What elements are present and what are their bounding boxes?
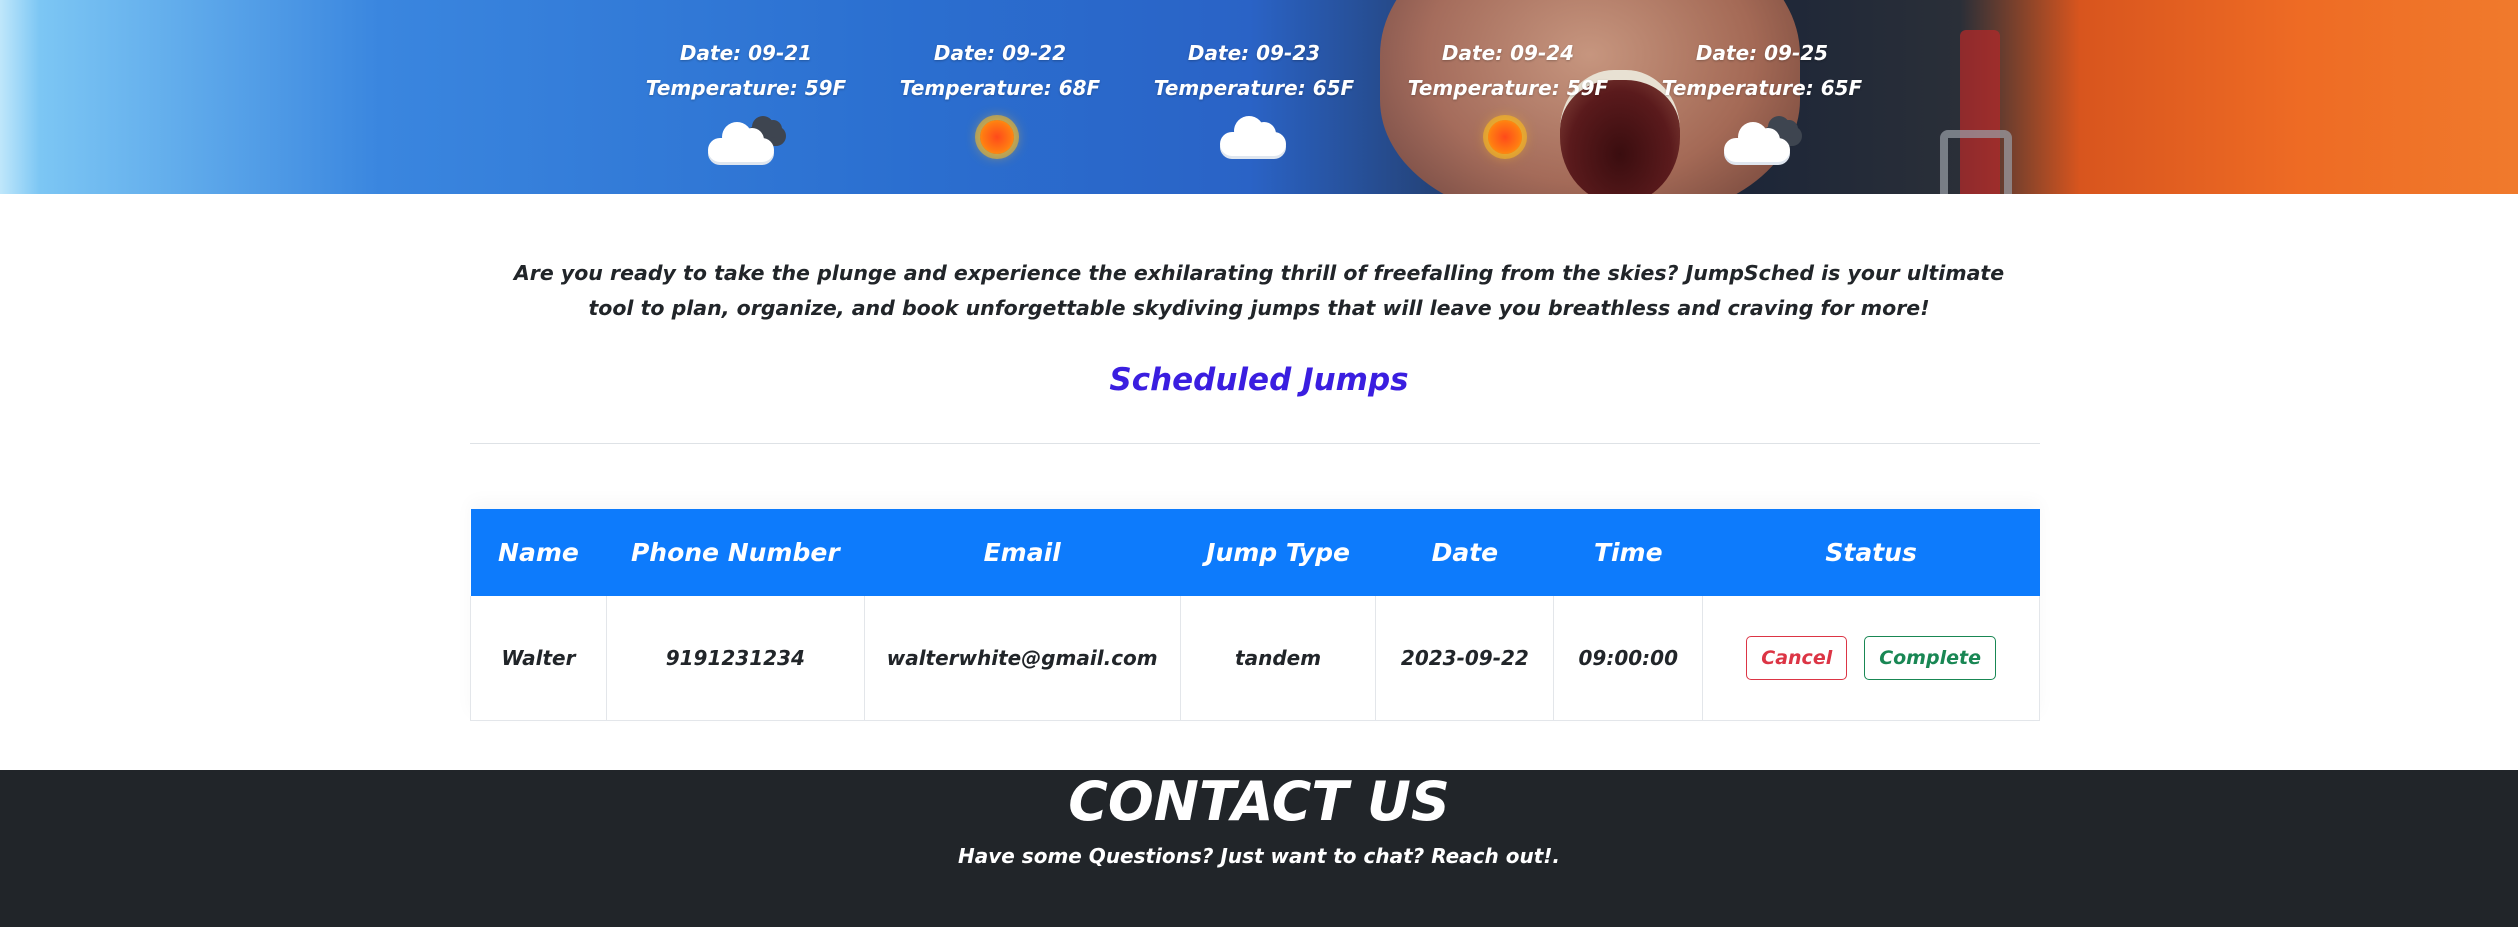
intro-text: Are you ready to take the plunge and exp… <box>513 261 2005 320</box>
forecast-temperature: Temperature: 65F <box>1153 76 1355 100</box>
forecast-temperature: Temperature: 68F <box>899 76 1101 100</box>
column-header-status: Status <box>1825 538 1917 567</box>
complete-button[interactable]: Complete <box>1864 635 1996 680</box>
sun-icon <box>950 116 1050 172</box>
page-title: Scheduled Jumps <box>1109 362 1409 398</box>
column-header-email: Email <box>983 538 1061 567</box>
cell-name: Walter <box>470 596 607 721</box>
contact-title: CONTACT US <box>1068 770 1450 833</box>
forecast-date: Date: 09-25 <box>1695 41 1829 65</box>
column-header-phone: Phone Number <box>630 538 840 567</box>
partly-cloudy-icon <box>1712 116 1812 172</box>
table-row: Walter 9191231234 walterwhite@gmail.com … <box>470 596 2040 721</box>
table-header-row: Name Phone Number Email Jump Type Date T… <box>470 509 2040 596</box>
sun-icon <box>1458 116 1558 172</box>
forecast-day: Date: 09-25 Temperature: 65F <box>1652 36 1872 172</box>
cell-jump-type: tandem <box>1180 596 1377 721</box>
column-header-date: Date <box>1431 538 1499 567</box>
forecast-day: Date: 09-22 Temperature: 68F <box>890 36 1110 172</box>
column-header-jump-type: Jump Type <box>1206 538 1350 567</box>
forecast-date: Date: 09-21 <box>679 41 813 65</box>
forecast-temperature: Temperature: 65F <box>1661 76 1863 100</box>
contact-footer: CONTACT US Have some Questions? Just wan… <box>0 770 2518 927</box>
forecast-day: Date: 09-23 Temperature: 65F <box>1144 36 1364 172</box>
partly-cloudy-icon <box>696 116 796 172</box>
contact-subtitle: Have some Questions? Just want to chat? … <box>958 844 1560 868</box>
forecast-temperature: Temperature: 59F <box>1407 76 1609 100</box>
forecast-date: Date: 09-24 <box>1441 41 1575 65</box>
cell-date: 2023-09-22 <box>1375 596 1555 721</box>
column-header-name: Name <box>498 538 579 567</box>
divider <box>470 443 2040 444</box>
forecast-date: Date: 09-22 <box>933 41 1067 65</box>
forecast-temperature: Temperature: 59F <box>645 76 847 100</box>
jumps-table: Name Phone Number Email Jump Type Date T… <box>470 509 2040 721</box>
forecast-day: Date: 09-24 Temperature: 59F <box>1398 36 1618 172</box>
forecast-date: Date: 09-23 <box>1187 41 1321 65</box>
column-header-time: Time <box>1593 538 1663 567</box>
cell-phone: 9191231234 <box>606 596 865 721</box>
cell-email: walterwhite@gmail.com <box>864 596 1181 721</box>
hero-banner: Date: 09-21 Temperature: 59F Date: 09-22… <box>0 0 2518 194</box>
cell-time: 09:00:00 <box>1553 596 1704 721</box>
cloud-icon <box>1204 116 1304 172</box>
weather-forecast: Date: 09-21 Temperature: 59F Date: 09-22… <box>0 36 2518 186</box>
forecast-day: Date: 09-21 Temperature: 59F <box>636 36 856 172</box>
cell-status: Cancel Complete <box>1702 596 2040 721</box>
cancel-button[interactable]: Cancel <box>1746 635 1848 680</box>
jumps-table-container: Name Phone Number Email Jump Type Date T… <box>470 509 2040 721</box>
